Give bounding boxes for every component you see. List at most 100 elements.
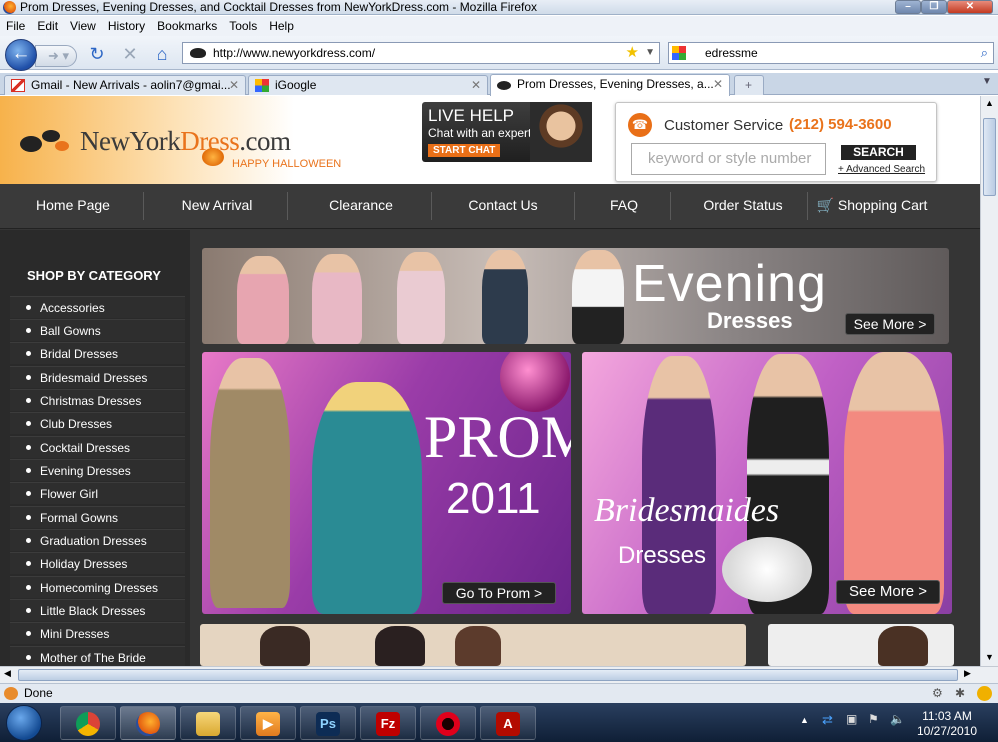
- category-item[interactable]: Holiday Dresses: [10, 552, 185, 574]
- category-item[interactable]: Flower Girl: [10, 482, 185, 504]
- tab-close-icon[interactable]: ✕: [713, 75, 723, 94]
- menu-history[interactable]: History: [102, 16, 151, 34]
- vertical-scroll-thumb[interactable]: [983, 118, 996, 196]
- category-item[interactable]: Graduation Dresses: [10, 529, 185, 551]
- taskbar-acrobat[interactable]: A: [480, 706, 536, 740]
- nav-new-arrival[interactable]: New Arrival: [153, 184, 281, 229]
- menu-help[interactable]: Help: [263, 16, 300, 34]
- menu-tools[interactable]: Tools: [223, 16, 263, 34]
- status-extension-icon[interactable]: ✱: [955, 684, 965, 703]
- taskbar-firefox[interactable]: [120, 706, 176, 740]
- horizontal-scrollbar[interactable]: ◀ ▶: [0, 666, 998, 683]
- taskbar-chrome[interactable]: [60, 706, 116, 740]
- close-button[interactable]: ✕: [947, 0, 993, 14]
- taskbar-photoshop[interactable]: Ps: [300, 706, 356, 740]
- category-item[interactable]: Mini Dresses: [10, 622, 185, 644]
- reload-icon[interactable]: ↻: [86, 44, 108, 64]
- category-item[interactable]: Accessories: [10, 296, 185, 318]
- forward-button[interactable]: ➜ ▾: [35, 45, 77, 67]
- maximize-button[interactable]: ❐: [921, 0, 947, 14]
- taskbar-explorer[interactable]: [180, 706, 236, 740]
- evening-dresses-banner[interactable]: Evening Dresses See More >: [202, 248, 949, 344]
- back-button[interactable]: ←: [5, 39, 37, 71]
- tab-close-icon[interactable]: ✕: [229, 76, 239, 95]
- live-help-banner[interactable]: LIVE HELP Chat with an expert START CHAT: [422, 102, 592, 162]
- new-tab-button[interactable]: +: [734, 75, 764, 95]
- status-smiley-icon[interactable]: [977, 686, 992, 701]
- bridesmaid-dresses-banner[interactable]: Bridesmaides Dresses See More >: [582, 352, 952, 614]
- advanced-search-link[interactable]: + Advanced Search: [838, 164, 925, 175]
- tray-flag-icon[interactable]: ⚑: [868, 712, 879, 726]
- bookmark-star-icon[interactable]: ★: [626, 43, 639, 63]
- url-dropdown-icon[interactable]: ▼: [645, 43, 655, 63]
- bridesmaids-subtitle: Dresses: [618, 542, 707, 569]
- tab-igoogle[interactable]: iGoogle ✕: [248, 75, 488, 95]
- start-button[interactable]: [6, 705, 42, 741]
- model-image: [878, 626, 928, 666]
- menu-view[interactable]: View: [64, 16, 102, 34]
- site-search-input[interactable]: keyword or style number: [631, 143, 826, 175]
- search-engine-icon[interactable]: [672, 46, 686, 60]
- nav-faq[interactable]: FAQ: [584, 184, 664, 229]
- menu-edit[interactable]: Edit: [31, 16, 64, 34]
- status-tools-icon[interactable]: ⚙: [932, 684, 943, 703]
- search-bar[interactable]: edressme ⌕: [668, 42, 994, 64]
- nav-contact-us[interactable]: Contact Us: [441, 184, 565, 229]
- tab-gmail[interactable]: Gmail - New Arrivals - aolin7@gmai... ✕: [4, 75, 246, 95]
- magnifier-icon[interactable]: ⌕: [981, 43, 988, 63]
- tab-newyorkdress[interactable]: Prom Dresses, Evening Dresses, a... ✕: [490, 74, 730, 96]
- menu-file[interactable]: File: [0, 16, 31, 34]
- bridesmaids-see-more-button[interactable]: See More >: [836, 580, 940, 604]
- category-sidebar: SHOP BY CATEGORY Accessories Ball Gowns …: [0, 230, 190, 666]
- start-chat-button[interactable]: START CHAT: [428, 144, 501, 157]
- nav-shopping-cart[interactable]: 🛒 Shopping Cart: [810, 184, 934, 229]
- category-item[interactable]: Cocktail Dresses: [10, 436, 185, 458]
- taskbar-filezilla[interactable]: Fz: [360, 706, 416, 740]
- tray-sync-icon[interactable]: ⇄: [822, 712, 833, 728]
- home-icon[interactable]: ⌂: [151, 44, 173, 64]
- nav-home-page[interactable]: Home Page: [10, 184, 136, 229]
- category-item[interactable]: Bridal Dresses: [10, 342, 185, 364]
- category-item[interactable]: Formal Gowns: [10, 506, 185, 528]
- site-logo[interactable]: NewYorkDress.com: [80, 126, 291, 157]
- minimize-button[interactable]: –: [895, 0, 921, 14]
- scroll-down-icon[interactable]: ▼: [985, 652, 994, 662]
- nav-divider: [431, 192, 432, 220]
- category-item[interactable]: Christmas Dresses: [10, 389, 185, 411]
- scroll-left-icon[interactable]: ◀: [4, 668, 11, 679]
- category-item[interactable]: Club Dresses: [10, 412, 185, 434]
- category-item[interactable]: Ball Gowns: [10, 319, 185, 341]
- nav-clearance[interactable]: Clearance: [297, 184, 425, 229]
- category-item[interactable]: Homecoming Dresses: [10, 576, 185, 598]
- tray-expand-icon[interactable]: ▲: [800, 715, 809, 725]
- vertical-scrollbar[interactable]: ▲ ▼: [980, 96, 998, 666]
- site-search-button[interactable]: SEARCH: [841, 145, 916, 160]
- model-image: [455, 626, 501, 666]
- taskbar-opera[interactable]: [420, 706, 476, 740]
- category-item[interactable]: Evening Dresses: [10, 459, 185, 481]
- evening-see-more-button[interactable]: See More >: [845, 313, 935, 335]
- menu-bookmarks[interactable]: Bookmarks: [151, 16, 223, 34]
- promo-banner-bottom[interactable]: [200, 624, 746, 666]
- taskbar-media-player[interactable]: ▶: [240, 706, 296, 740]
- tray-network-icon[interactable]: ▣: [846, 712, 857, 726]
- nav-order-status[interactable]: Order Status: [680, 184, 806, 229]
- scroll-right-icon[interactable]: ▶: [964, 668, 971, 679]
- model-image: [375, 626, 425, 666]
- nav-divider: [807, 192, 808, 220]
- system-clock[interactable]: 11:03 AM 10/27/2010: [902, 709, 992, 739]
- category-item[interactable]: Bridesmaid Dresses: [10, 366, 185, 388]
- tab-list-icon[interactable]: ▼: [982, 76, 992, 87]
- category-item[interactable]: Mother of The Bride: [10, 646, 185, 666]
- prom-2011-banner[interactable]: PROM 2011 Go To Prom >: [202, 352, 571, 614]
- model-image: [482, 250, 528, 344]
- promo-banner-side[interactable]: [768, 624, 954, 666]
- go-to-prom-button[interactable]: Go To Prom >: [442, 582, 556, 604]
- stop-icon[interactable]: ✕: [119, 44, 141, 64]
- category-item[interactable]: Little Black Dresses: [10, 599, 185, 621]
- model-image: [260, 626, 310, 666]
- tab-close-icon[interactable]: ✕: [471, 76, 481, 95]
- address-bar[interactable]: http://www.newyorkdress.com/ ★ ▼: [182, 42, 660, 64]
- horizontal-scroll-thumb[interactable]: [18, 669, 958, 681]
- scroll-up-icon[interactable]: ▲: [985, 98, 994, 108]
